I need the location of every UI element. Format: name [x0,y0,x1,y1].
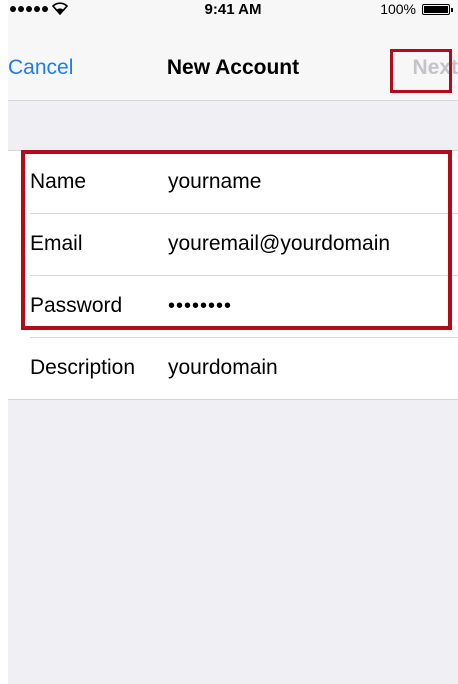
next-button-highlight [390,49,452,93]
description-label: Description [30,356,136,379]
description-field[interactable]: yourdomain [168,337,278,399]
description-row: Description yourdomain [8,337,458,399]
password-field[interactable]: •••••••• [168,275,232,337]
email-field[interactable]: youremail@yourdomain [168,213,390,275]
name-label: Name [30,170,87,193]
email-label: Email [30,232,83,255]
password-label: Password [30,294,123,317]
status-bar: 9:41 AM 100% [8,0,458,20]
account-form: Name yourname Email youremail@yourdomain… [8,150,458,400]
battery-icon [422,4,453,15]
email-row: Email youremail@yourdomain [8,213,458,275]
password-row: Password •••••••• [8,275,458,337]
battery-percentage: 100% [380,1,416,17]
name-field[interactable]: yourname [168,151,261,213]
name-row: Name yourname [8,151,458,213]
phone-screen: 9:41 AM 100% Cancel New Account Next Nam… [8,0,458,684]
